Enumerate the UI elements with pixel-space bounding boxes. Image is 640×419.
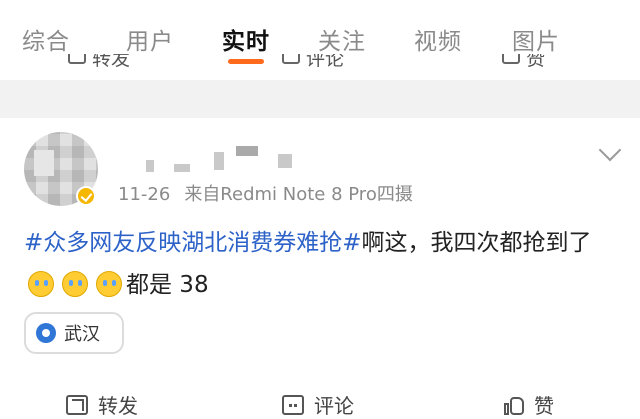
prev-comment-label: 评论 <box>306 54 345 70</box>
repost-label: 转发 <box>98 394 138 418</box>
previous-post-actions: 转发 评论 赞 <box>0 54 640 80</box>
post-content: #众多网友反映湖北消费券难抢#啊这，我四次都抢到了都是 38 <box>24 222 624 306</box>
post-text-part1: 啊这，我四次都抢到了 <box>361 230 592 256</box>
prev-repost-button[interactable]: 转发 <box>68 54 130 70</box>
prev-like-button[interactable]: 赞 <box>502 54 545 70</box>
post-text-part2: 都是 38 <box>126 272 209 298</box>
post-meta: 11-26 来自Redmi Note 8 Pro四摄 <box>118 180 413 206</box>
like-icon <box>502 54 520 64</box>
post-time: 11-26 <box>118 184 171 205</box>
username-blurred[interactable] <box>118 142 318 176</box>
prev-like-label: 赞 <box>526 54 546 70</box>
location-pin-icon <box>36 323 56 343</box>
hashtag-link[interactable]: #众多网友反映湖北消费券难抢# <box>24 230 362 256</box>
chevron-down-icon[interactable] <box>598 138 622 162</box>
comment-label: 评论 <box>314 394 354 418</box>
tab-users[interactable]: 用户 <box>126 22 174 56</box>
laugh-cry-emoji-icon <box>96 271 122 297</box>
tab-images[interactable]: 图片 <box>512 22 560 56</box>
laugh-cry-emoji-icon <box>28 271 54 297</box>
verified-badge-icon <box>76 186 96 206</box>
post-actions: 转发 评论 赞 <box>0 384 640 418</box>
prev-repost-label: 转发 <box>92 54 131 70</box>
comment-button[interactable]: 评论 <box>282 390 354 419</box>
repost-icon <box>66 394 88 415</box>
feed-separator <box>0 80 640 118</box>
like-button[interactable]: 赞 <box>504 390 554 419</box>
post-source: 来自Redmi Note 8 Pro四摄 <box>184 184 413 205</box>
tab-all[interactable]: 综合 <box>22 22 70 56</box>
repost-icon <box>68 54 86 64</box>
location-tag[interactable]: 武汉 <box>24 312 124 354</box>
tab-realtime[interactable]: 实时 <box>222 22 270 56</box>
tab-video[interactable]: 视频 <box>414 22 462 56</box>
laugh-cry-emoji-icon <box>62 271 88 297</box>
location-label: 武汉 <box>64 324 100 345</box>
like-icon <box>504 395 524 415</box>
repost-button[interactable]: 转发 <box>66 390 138 419</box>
like-label: 赞 <box>534 394 554 418</box>
prev-comment-button[interactable]: 评论 <box>282 54 344 70</box>
comment-icon <box>282 394 304 415</box>
comment-icon <box>282 54 300 64</box>
tab-follow[interactable]: 关注 <box>318 22 366 56</box>
